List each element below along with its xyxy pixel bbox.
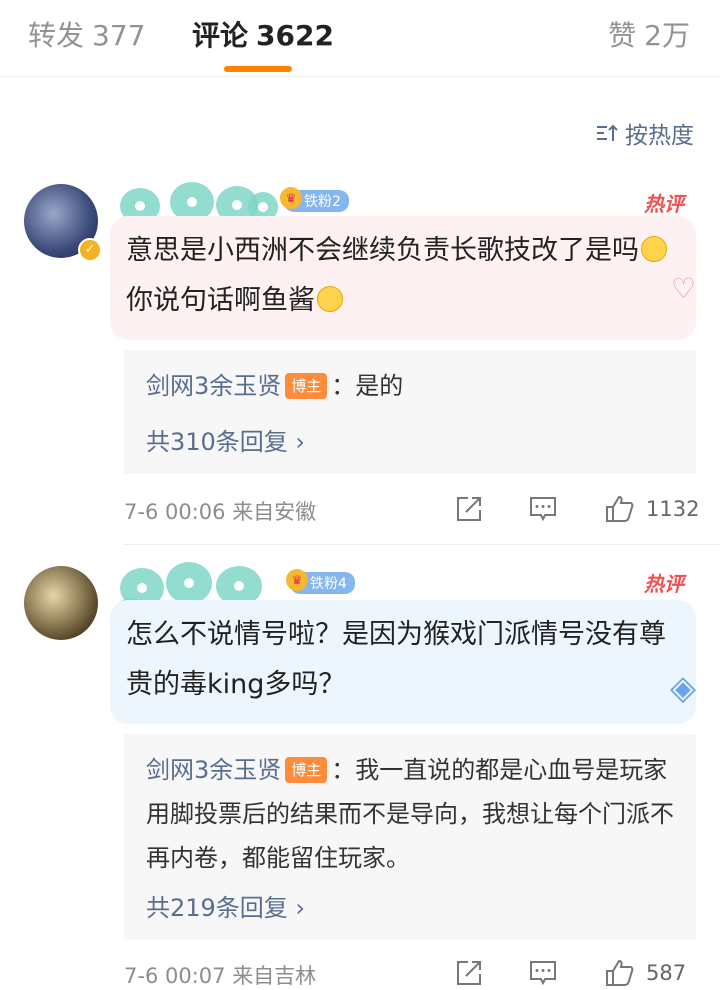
tab-repost-label: 转发 [28,19,85,52]
blurred-username[interactable] [120,182,280,224]
like-icon[interactable] [604,494,634,524]
comment-item: ✓ ♛铁粉4 热评 ◈ 怎么不说情号啦？是因为猴戏门派情号没有尊贵的毒king多… [0,548,720,988]
tab-bar: 转发 377 评论 3622 赞 2万 [0,0,720,77]
tab-like[interactable]: 赞 2万 [608,14,690,54]
reply-box[interactable]: 剑网3余玉贤 博主 ：是的 共310条回复 › [124,350,696,474]
comment-item: ✓ ♛ 铁粉2 热评 ♡ 意思是小西洲不会继续负责长歌技改了是吗你说句话啊鱼酱 剑… [0,168,720,548]
reply-text: ：是的 [331,372,404,400]
fan-badge: ♛ 铁粉4 [286,569,355,594]
tab-repost[interactable]: 转发 377 [28,14,145,54]
verified-icon: ✓ [78,238,102,262]
hot-comment-badge: 热评 [644,572,684,596]
comment-text-part1: 意思是小西洲不会继续负责长歌技改了是吗 [126,235,639,266]
like-count: 1132 [646,497,700,521]
reply-content: 剑网3余玉贤 博主 ：是的 [146,364,676,408]
comment-time: 7-6 00:07 [124,964,226,988]
like-count: 587 [646,961,687,985]
comment-location: 来自安徽 [232,500,317,524]
tab-repost-count: 377 [92,19,146,52]
fan-badge-label: 铁粉2 [304,194,341,210]
comment-meta: 7-6 00:07 来自吉林 [124,960,316,990]
like-icon[interactable] [604,958,634,988]
tab-like-count: 2万 [644,19,690,52]
comment-time: 7-6 00:06 [124,500,226,524]
crown-icon: ♛ [286,569,308,591]
blurred-username[interactable] [114,562,280,630]
comment-text[interactable]: 意思是小西洲不会继续负责长歌技改了是吗你说句话啊鱼酱 [126,226,686,326]
divider [124,544,720,545]
active-tab-indicator [224,66,292,72]
hot-comment-badge: 热评 [644,192,684,216]
sort-toggle[interactable]: 按热度 [595,116,694,150]
avatar[interactable] [24,566,98,640]
comment-text[interactable]: 怎么不说情号啦？是因为猴戏门派情号没有尊贵的毒king多吗？ [126,610,686,710]
fan-badge-label: 铁粉4 [310,576,347,592]
sort-icon [597,124,618,141]
comment-location: 来自吉林 [232,964,317,988]
reply-box[interactable]: 剑网3余玉贤 博主 ：我一直说的都是心血号是玩家用脚投票后的结果而不是导向，我想让每… [124,734,696,940]
host-badge: 博主 [285,757,328,783]
crown-icon: ♛ [280,187,302,209]
emoji-icon [317,286,343,312]
emoji-icon [641,236,667,262]
host-badge: 博主 [285,373,328,399]
tab-like-label: 赞 [608,19,637,52]
comment-icon[interactable] [528,494,558,524]
reply-author[interactable]: 剑网3余玉贤 [146,756,281,784]
view-replies-link[interactable]: 共310条回复 › [146,422,305,457]
share-icon[interactable] [454,958,484,988]
sort-label: 按热度 [625,123,694,149]
reply-content: 剑网3余玉贤 博主 ：我一直说的都是心血号是玩家用脚投票后的结果而不是导向，我想让每… [146,748,676,880]
fan-badge: ♛ 铁粉2 [280,187,349,212]
tab-comment-count: 3622 [256,19,334,52]
tab-comment-label: 评论 [192,19,249,52]
comment-text-part2: 你说句话啊鱼酱 [126,285,315,316]
view-replies-link[interactable]: 共219条回复 › [146,888,305,923]
comment-icon[interactable] [528,958,558,988]
share-icon[interactable] [454,494,484,524]
tab-comment[interactable]: 评论 3622 [192,14,334,54]
comment-meta: 7-6 00:06 来自安徽 [124,496,316,526]
reply-author[interactable]: 剑网3余玉贤 [146,372,281,400]
